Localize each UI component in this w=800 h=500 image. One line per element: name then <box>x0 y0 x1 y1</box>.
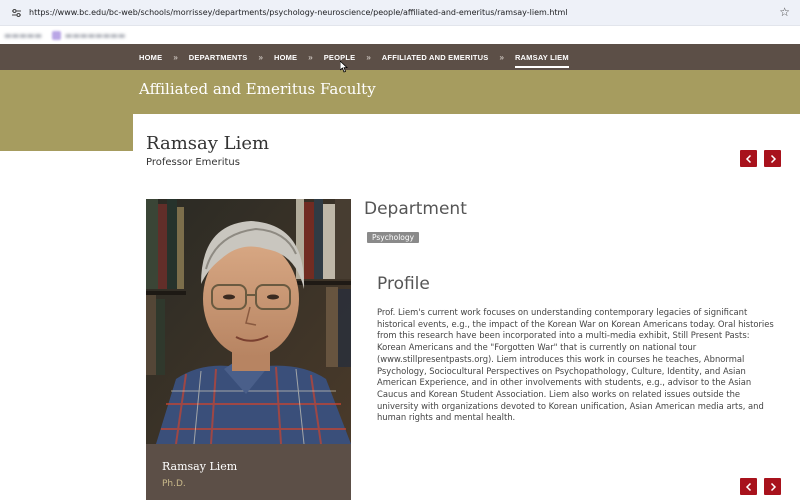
caption-name: Ramsay Liem <box>162 460 238 473</box>
chevron-left-icon <box>745 482 751 491</box>
person-title: Professor Emeritus <box>146 157 240 168</box>
breadcrumb-departments[interactable]: DEPARTMENTS <box>189 53 248 62</box>
star-icon[interactable]: ☆ <box>779 5 790 19</box>
profile-text: Prof. Liem's current work focuses on und… <box>377 307 774 423</box>
breadcrumb-separator: » <box>258 52 263 62</box>
mouse-cursor-icon <box>340 61 348 73</box>
bookmark-item-blurred[interactable]: ▬▬▬▬▬▬▬▬ <box>65 31 125 40</box>
department-heading: Department <box>364 199 467 219</box>
bookmarks-bar: ▬▬▬▬▬ ▬▬▬▬▬▬▬▬ <box>0 26 800 44</box>
tune-icon[interactable] <box>9 6 23 20</box>
person-name: Ramsay Liem <box>146 133 270 154</box>
breadcrumb-separator: » <box>173 52 178 62</box>
chevron-right-icon <box>770 154 776 163</box>
profile-heading: Profile <box>377 274 430 294</box>
chevron-left-icon <box>745 154 751 163</box>
page-banner <box>0 70 800 114</box>
browser-address-bar: https://www.bc.edu/bc-web/schools/morris… <box>0 0 800 26</box>
department-tag[interactable]: Psychology <box>367 232 420 243</box>
breadcrumb-affiliated-emeritus[interactable]: AFFILIATED AND EMERITUS <box>382 53 489 62</box>
breadcrumb: HOME » DEPARTMENTS » HOME » PEOPLE » AFF… <box>0 44 800 70</box>
photo-caption: Ramsay Liem Ph.D. <box>146 444 351 500</box>
next-profile-button[interactable] <box>764 150 781 167</box>
bookmark-item-blurred[interactable]: ▬▬▬▬▬ <box>4 31 42 40</box>
chevron-right-icon <box>770 482 776 491</box>
bookmark-favicon-icon <box>51 30 61 40</box>
profile-photo <box>146 199 351 444</box>
prev-profile-button-bottom[interactable] <box>740 478 757 495</box>
breadcrumb-separator: » <box>308 52 313 62</box>
url-field[interactable]: https://www.bc.edu/bc-web/schools/morris… <box>29 8 568 17</box>
next-profile-button-bottom[interactable] <box>764 478 781 495</box>
breadcrumb-current[interactable]: RAMSAY LIEM <box>514 53 569 68</box>
breadcrumb-home[interactable]: HOME <box>139 53 162 62</box>
breadcrumb-separator: » <box>366 52 371 62</box>
caption-degree: Ph.D. <box>162 479 186 489</box>
breadcrumb-home-dept[interactable]: HOME <box>274 53 297 62</box>
portrait-image <box>146 199 351 444</box>
breadcrumb-separator: » <box>499 52 504 62</box>
prev-profile-button[interactable] <box>740 150 757 167</box>
banner-extension <box>0 114 133 151</box>
page-title: Affiliated and Emeritus Faculty <box>139 80 376 98</box>
